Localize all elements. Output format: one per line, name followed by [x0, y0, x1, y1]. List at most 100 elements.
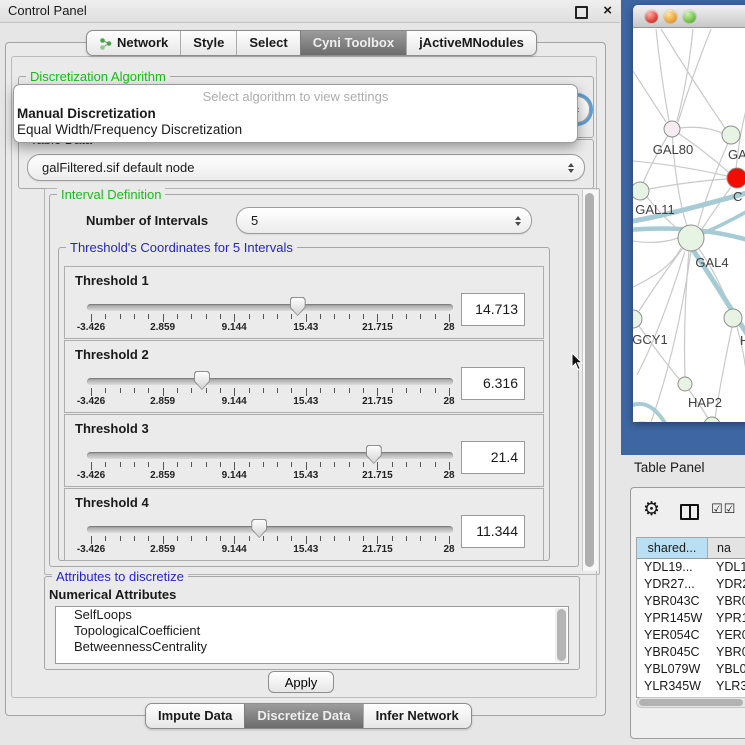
attribute-item[interactable]: SelfLoops [56, 607, 568, 623]
tick-mark [163, 388, 164, 396]
num-intervals-select[interactable]: 5 [236, 207, 532, 234]
close-traffic-light-icon[interactable] [645, 10, 658, 23]
network-edge[interactable] [678, 29, 711, 122]
tick-mark [334, 462, 335, 467]
table-row[interactable]: YPR145WYPR1 [637, 610, 745, 627]
tick-mark [206, 536, 207, 541]
table-row[interactable]: YLR345WYLR3 [637, 678, 745, 695]
attributes-list: SelfLoopsTopologicalCoefficientBetweenne… [55, 606, 569, 664]
table-cell: YBR0 [707, 593, 745, 610]
tab-jactivemnodules[interactable]: jActiveMNodules [406, 31, 536, 55]
minimize-traffic-light-icon[interactable] [664, 10, 677, 23]
network-node[interactable] [664, 121, 680, 137]
tick-mark [91, 314, 92, 322]
table-cell: YDR27... [637, 576, 707, 593]
node-label: HAP2 [688, 395, 722, 410]
table-row[interactable]: YDR27...YDR2 [637, 576, 745, 593]
slider-track[interactable] [87, 526, 453, 533]
tab-cyni-toolbox[interactable]: Cyni Toolbox [300, 31, 406, 55]
scrollbar-thumb[interactable] [639, 699, 743, 706]
slider-thumb[interactable] [194, 371, 210, 390]
table-row[interactable]: YBR043CYBR0 [637, 593, 745, 610]
slider-track[interactable] [87, 452, 453, 459]
tick-mark [105, 388, 106, 393]
gear-icon[interactable]: ⚙ [643, 499, 660, 521]
threshold-panel: Threshold 3-3.4262.8599.14415.4321.71528… [64, 414, 544, 487]
zoom-traffic-light-icon[interactable] [683, 10, 696, 23]
threshold-value-input[interactable]: 11.344 [461, 515, 525, 548]
column-header-shared-name[interactable]: shared... [637, 538, 708, 558]
algorithm-dropdown-popup: Select algorithm to view settings Manual… [13, 84, 578, 143]
network-node[interactable] [724, 309, 742, 327]
list-scrollbar[interactable] [555, 608, 567, 662]
attribute-item[interactable]: BetweennessCentrality [56, 639, 568, 655]
table-row[interactable]: YER054CYER0 [637, 627, 745, 644]
tick-mark [306, 388, 307, 396]
column-checkboxes-icon[interactable]: ☑☑ [711, 501, 736, 517]
tab-impute-data[interactable]: Impute Data [146, 704, 244, 728]
close-icon[interactable]: × [603, 1, 612, 21]
tick-mark [234, 314, 235, 322]
network-edge[interactable] [633, 71, 666, 122]
tick-mark [277, 462, 278, 467]
tick-mark [220, 314, 221, 319]
slider-thumb[interactable] [366, 445, 382, 464]
column-header-name[interactable]: na [708, 538, 745, 558]
tick-mark [377, 314, 378, 322]
threshold-value-input[interactable]: 14.713 [461, 293, 525, 326]
table-row[interactable]: YBL079WYBL0 [637, 661, 745, 678]
tab-infer-network[interactable]: Infer Network [363, 704, 471, 728]
slider-track[interactable] [87, 378, 453, 385]
network-node[interactable] [633, 310, 642, 328]
node-label: GAL80 [653, 142, 693, 157]
network-view-window[interactable]: GAL80GACGAL11GAL4GCY1HHAP2 [633, 5, 745, 422]
table-data-select[interactable]: galFiltered.sif default node [27, 154, 585, 181]
dropdown-option-equal-width[interactable]: Equal Width/Frequency Discretization [17, 122, 242, 137]
horizontal-scrollbar[interactable] [636, 697, 745, 708]
network-canvas[interactable]: GAL80GACGAL11GAL4GCY1HHAP2 [633, 29, 745, 422]
table-row[interactable]: YDL19...YDL1 [637, 559, 745, 576]
network-node[interactable] [678, 225, 704, 251]
threshold-value-input[interactable]: 6.316 [461, 367, 525, 400]
slider-track[interactable] [87, 304, 453, 311]
network-edge-thick[interactable] [633, 404, 665, 422]
tick-mark [291, 536, 292, 541]
table-panel-window: ⚙ ☑☑ shared...naYDL19...YDL1YDR27...YDR2… [630, 487, 745, 739]
attribute-item[interactable]: TopologicalCoefficient [56, 623, 568, 639]
table-data-group: Table Data galFiltered.sif default node [18, 139, 594, 189]
tick-mark [148, 462, 149, 467]
vertical-scrollbar[interactable] [582, 190, 598, 571]
split-columns-icon[interactable] [680, 504, 699, 520]
network-node[interactable] [704, 417, 720, 422]
scrollbar-thumb[interactable] [557, 609, 566, 661]
attributes-group: Attributes to discretize Numerical Attri… [44, 576, 580, 670]
tab-label: Discretize Data [257, 704, 350, 728]
network-node[interactable] [722, 126, 740, 144]
tab-style[interactable]: Style [180, 31, 236, 55]
network-graph[interactable]: GAL80GACGAL11GAL4GCY1HHAP2 [633, 29, 745, 422]
network-edge[interactable] [656, 29, 669, 121]
scrollbar-thumb[interactable] [585, 193, 594, 567]
tab-discretize-data[interactable]: Discretize Data [244, 704, 362, 728]
tick-mark [306, 314, 307, 322]
tick-label: 21.715 [342, 396, 412, 407]
tick-label: 15.43 [271, 322, 341, 333]
table-cell: YLR345W [637, 678, 707, 695]
tab-select[interactable]: Select [236, 31, 299, 55]
tab-network[interactable]: Network [87, 31, 180, 55]
tick-mark [91, 462, 92, 470]
network-node[interactable] [633, 182, 649, 200]
table-row[interactable]: YBR045CYBR0 [637, 644, 745, 661]
tick-mark [148, 388, 149, 393]
dropdown-option-manual[interactable]: Manual Discretization [17, 106, 156, 121]
float-window-icon[interactable] [575, 6, 588, 19]
network-edge[interactable] [633, 238, 678, 242]
network-node[interactable] [678, 377, 692, 391]
network-edge[interactable] [633, 248, 681, 287]
network-edge[interactable] [649, 179, 727, 189]
network-node[interactable] [727, 168, 745, 188]
threshold-value-input[interactable]: 21.4 [461, 441, 525, 474]
tick-label: 21.715 [342, 322, 412, 333]
apply-button[interactable]: Apply [268, 671, 334, 693]
slider-thumb[interactable] [251, 519, 267, 538]
